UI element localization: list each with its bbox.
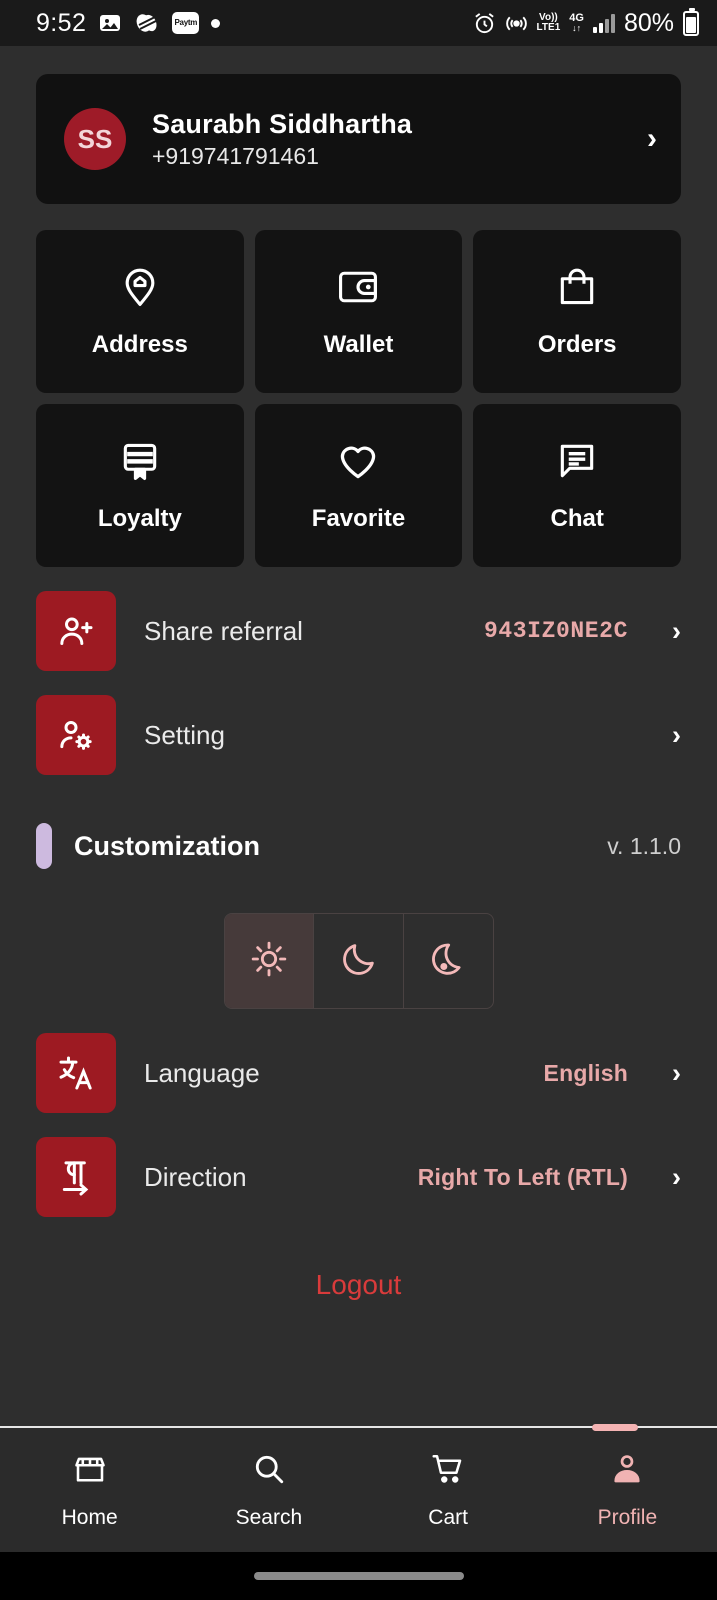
nav-label: Profile (597, 1505, 658, 1529)
tile-label: Wallet (323, 330, 394, 358)
storefront-icon (72, 1451, 108, 1492)
chevron-right-icon: › (672, 1057, 681, 1088)
battery-icon (683, 7, 699, 36)
row-label: Direction (144, 1161, 247, 1192)
nav-label: Search (235, 1505, 303, 1529)
direction-value: Right To Left (RTL) (417, 1163, 628, 1190)
moon-star-icon (428, 939, 468, 984)
chevron-right-icon: › (672, 1161, 681, 1192)
nav-item-profile[interactable]: Profile (538, 1428, 717, 1552)
tile-favorite[interactable]: Favorite (254, 404, 463, 567)
main-content: SS Saurabh Siddhartha +919741791461 › Ad… (0, 46, 717, 1426)
search-icon (251, 1451, 287, 1492)
profile-card[interactable]: SS Saurabh Siddhartha +919741791461 › (36, 74, 681, 204)
paytm-icon: Paytm (172, 12, 200, 34)
tile-label: Orders (537, 330, 617, 358)
cart-icon (430, 1451, 466, 1492)
status-clock: 9:52 (36, 8, 87, 37)
logout-button[interactable]: Logout (36, 1269, 681, 1301)
translate-icon (36, 1033, 116, 1113)
row-label: Setting (144, 719, 225, 750)
nav-item-home[interactable]: Home (0, 1428, 179, 1552)
app-screen: 9:52 Paytm Vo)) LTE1 4G ↓↑ 80% SS Saurab… (0, 0, 717, 1600)
tile-label: Loyalty (97, 504, 182, 532)
user-gear-icon (36, 695, 116, 775)
theme-switcher[interactable] (223, 913, 494, 1009)
row-direction[interactable]: Direction Right To Left (RTL) › (36, 1137, 681, 1217)
chevron-right-icon: › (672, 615, 681, 646)
hotspot-icon (505, 12, 528, 35)
status-bar: 9:52 Paytm Vo)) LTE1 4G ↓↑ 80% (0, 0, 717, 46)
sun-icon (249, 939, 289, 984)
theme-option-dark[interactable] (314, 914, 404, 1008)
tile-loyalty[interactable]: Loyalty (36, 404, 244, 567)
referral-code: 943IZ0NE2C (483, 618, 628, 644)
photo-icon (98, 11, 122, 35)
tile-wallet[interactable]: Wallet (254, 230, 463, 393)
user-add-icon (36, 591, 116, 671)
text-direction-icon (36, 1137, 116, 1217)
chat-bubble-icon (555, 439, 599, 483)
profile-name: Saurabh Siddhartha (152, 108, 413, 139)
nav-item-cart[interactable]: Cart (359, 1428, 538, 1552)
section-accent-bar (36, 823, 52, 869)
app-swirl-icon (134, 11, 160, 35)
nav-item-search[interactable]: Search (179, 1428, 358, 1552)
profile-phone: +919741791461 (152, 142, 319, 169)
status-bar-left: 9:52 Paytm (36, 8, 221, 38)
tile-address[interactable]: Address (36, 230, 244, 393)
nav-label: Home (61, 1505, 118, 1529)
shopping-bag-icon (555, 265, 599, 309)
tile-label: Favorite (311, 504, 406, 532)
avatar: SS (64, 108, 126, 170)
row-setting[interactable]: Setting › (36, 695, 681, 775)
signal-icon (592, 13, 615, 33)
row-language[interactable]: Language English › (36, 1033, 681, 1113)
chevron-right-icon: › (672, 719, 681, 750)
status-bar-right: Vo)) LTE1 4G ↓↑ 80% (473, 7, 699, 38)
app-version: v. 1.1.0 (607, 832, 681, 859)
customization-title: Customization (74, 830, 260, 861)
battery-percent: 80% (623, 8, 674, 37)
tile-orders[interactable]: Orders (473, 230, 681, 393)
4g-icon: 4G ↓↑ (569, 11, 584, 34)
active-tab-indicator (592, 1424, 638, 1431)
profile-text: Saurabh Siddhartha +919741791461 (152, 109, 621, 170)
row-label: Language (144, 1057, 260, 1088)
heart-icon (336, 439, 380, 483)
person-icon (609, 1451, 645, 1492)
row-label: Share referral (144, 615, 303, 646)
tile-chat[interactable]: Chat (473, 404, 681, 567)
quick-action-grid: Address Wallet Orders Loyalty Favorite C… (36, 230, 681, 567)
moon-icon (339, 939, 379, 984)
alarm-icon (473, 12, 496, 35)
nav-label: Cart (428, 1505, 468, 1529)
gesture-bar[interactable] (0, 1552, 717, 1600)
tile-label: Address (91, 330, 188, 358)
theme-option-light[interactable] (224, 914, 315, 1008)
volte-icon: Vo)) LTE1 (536, 12, 561, 33)
location-pin-home-icon (118, 265, 162, 309)
customization-header: Customization v. 1.1.0 (36, 823, 681, 869)
language-value: English (543, 1059, 628, 1086)
row-share-referral[interactable]: Share referral 943IZ0NE2C › (36, 591, 681, 671)
theme-option-auto[interactable] (404, 914, 493, 1008)
gesture-handle (253, 1572, 464, 1580)
dot-icon (211, 18, 221, 28)
chevron-right-icon: › (647, 122, 657, 155)
wallet-icon (336, 265, 380, 309)
loyalty-card-icon (118, 439, 162, 483)
tile-label: Chat (550, 504, 604, 532)
bottom-navigation: Home Search Cart Profile (0, 1424, 717, 1552)
